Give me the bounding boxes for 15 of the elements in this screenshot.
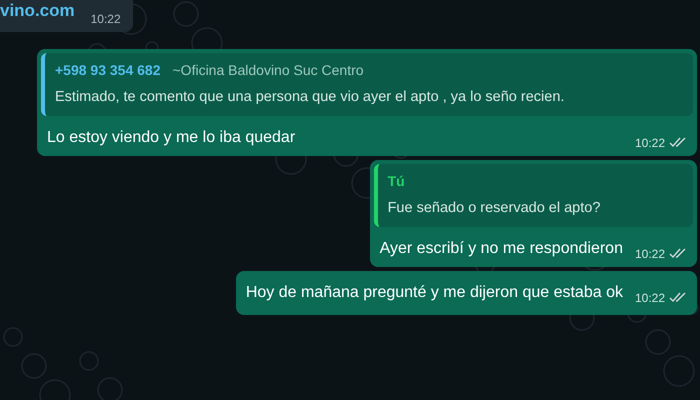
quoted-message[interactable]: Tú Fue señado o reservado el apto? <box>374 164 693 226</box>
message-link[interactable]: vino.com <box>0 2 75 19</box>
message-time: 10:22 <box>634 290 665 306</box>
message-text: Ayer escribí y no me respondieron <box>380 238 623 258</box>
quoted-message[interactable]: +598 93 354 682 ~Oficina Baldovino Suc Centro Estimado, te comento que una persona que vio ayer el apto , ya lo seño recien. <box>41 53 693 116</box>
message-time: 10:22 <box>634 134 665 152</box>
message-time: 10:22 <box>634 246 665 262</box>
quote-author: +598 93 354 682 <box>55 61 160 80</box>
message-text: Hoy de mañana pregunté y me dijeron que estaba ok <box>246 282 623 302</box>
quote-author-name: ~Oficina Baldovino Suc Centro <box>172 61 364 80</box>
quote-author: Tú <box>388 172 405 191</box>
message-time: 10:22 <box>90 11 121 28</box>
quote-text: Fue señado o reservado el apto? <box>388 198 602 218</box>
quote-text: Estimado, te comento que una persona que vio ayer el apto , ya lo seño recien. <box>55 88 566 107</box>
message-text: Lo estoy viendo y me lo iba quedar <box>47 128 296 148</box>
